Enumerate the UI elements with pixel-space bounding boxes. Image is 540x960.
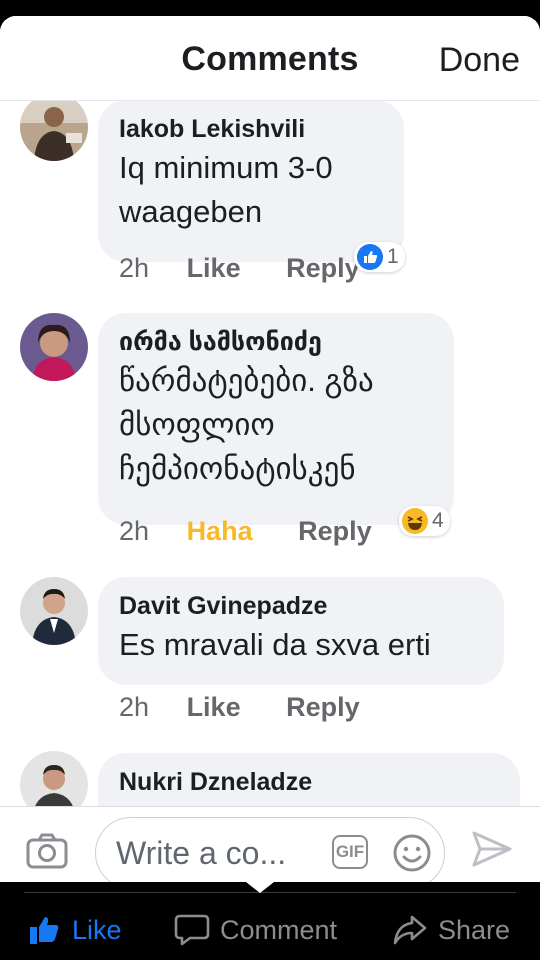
reaction-count: 1 (387, 245, 399, 268)
comment-action-label: Comment (220, 914, 338, 945)
comment-author[interactable]: Iakob Lekishvili (119, 114, 382, 144)
emoji-icon[interactable] (392, 833, 432, 873)
comment-bubble[interactable]: Davit Gvinepadze Es mravali da sxva erti (98, 577, 504, 685)
reply-button[interactable]: Reply (286, 253, 360, 284)
gif-button[interactable]: GIF (332, 835, 368, 869)
haha-reaction-icon (402, 508, 428, 534)
sheet-pointer (246, 882, 274, 893)
camera-icon[interactable] (26, 833, 68, 869)
comment-author[interactable]: Davit Gvinepadze (119, 591, 482, 621)
reply-button[interactable]: Reply (298, 516, 372, 547)
comment-input-placeholder: Write a co... (116, 835, 287, 871)
comment-actions: 2h Haha Reply (119, 516, 410, 547)
comment-text: Es mravali da sxva erti (119, 627, 431, 662)
avatar[interactable] (20, 313, 88, 381)
reaction-count: 4 (432, 509, 444, 532)
comment-time: 2h (119, 692, 150, 722)
reaction-summary[interactable]: 1 (354, 242, 405, 272)
reaction-summary[interactable]: 4 (399, 506, 450, 536)
like-reaction-icon (357, 244, 383, 270)
haha-reaction-button[interactable]: Haha (187, 516, 253, 547)
comment-bubble[interactable]: Iakob Lekishvili Iq minimum 3-0 waageben (98, 100, 404, 262)
comments-header: Comments Done (0, 16, 540, 101)
like-button[interactable]: Like (187, 692, 241, 723)
thumbs-up-icon (30, 917, 59, 944)
comment-composer: Write a co... GIF (0, 806, 540, 882)
post-action-bar: Like Comment Share (0, 882, 540, 960)
avatar[interactable] (20, 577, 88, 645)
comment-author[interactable]: Nukri Dzneladze (119, 767, 498, 797)
like-button[interactable]: Like (187, 253, 241, 284)
done-button[interactable]: Done (439, 41, 520, 80)
like-action[interactable]: Like (28, 910, 122, 950)
send-icon[interactable] (470, 829, 514, 869)
comment-bubble[interactable]: ირმა სამსონიძე წარმატებები. გზა მსოფლიო … (98, 313, 454, 525)
comment-time: 2h (119, 253, 150, 283)
comment-text: Iq minimum 3-0 waageben (119, 150, 333, 229)
reply-button[interactable]: Reply (286, 692, 360, 723)
like-action-label: Like (72, 914, 122, 945)
comment-actions: 2h Like Reply (119, 692, 398, 723)
share-action[interactable]: Share (392, 910, 510, 950)
comment-author[interactable]: ირმა სამსონიძე (119, 327, 432, 357)
comments-sheet: Comments Done Iakob Lekishvili Iq minimu… (0, 16, 540, 882)
share-action-label: Share (438, 914, 511, 945)
avatar[interactable] (20, 93, 88, 161)
comment-input[interactable]: Write a co... GIF (95, 817, 445, 882)
comment-time: 2h (119, 516, 150, 546)
comment-action[interactable]: Comment (174, 910, 337, 950)
share-icon (393, 915, 427, 945)
comment-icon (174, 914, 210, 946)
comment-text: წარმატებები. გზა მსოფლიო ჩემპიონატისკენ (119, 363, 374, 486)
